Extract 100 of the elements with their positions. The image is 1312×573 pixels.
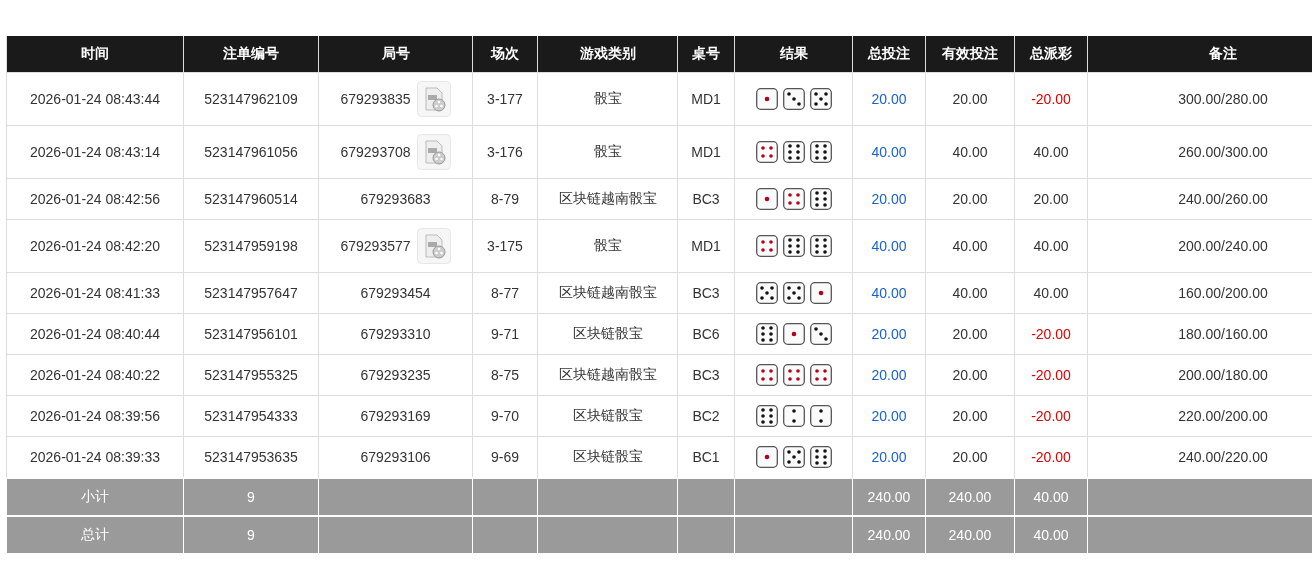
round-number: 679293169 [360,408,431,424]
valid-bet-amount: 20.00 [952,91,988,107]
column-header: 桌号 [677,36,735,73]
column-header: 局号 [318,36,473,73]
balance-note: 300.00/280.00 [1178,91,1268,107]
balance-note: 160.00/200.00 [1178,285,1268,301]
payout-amount: -20.00 [1031,91,1071,107]
balance-note: 200.00/180.00 [1178,367,1268,383]
bet-amount: 20.00 [871,449,907,465]
bet-amount: 40.00 [871,144,907,160]
video-file-icon[interactable] [416,81,451,117]
summary-payout: 40.00 [1014,516,1088,554]
video-file-icon[interactable] [416,134,451,170]
game-type: 骰宝 [593,90,622,106]
bet-number: 523147953635 [204,449,298,465]
column-header: 游戏类别 [537,36,678,73]
bet-amount: 20.00 [871,367,907,383]
payout-amount: 40.00 [1033,238,1069,254]
column-header: 场次 [472,36,538,73]
summary-bet: 240.00 [852,478,926,516]
balance-note: 240.00/260.00 [1178,191,1268,207]
session-text: 9-71 [491,326,519,342]
valid-bet-amount: 20.00 [952,367,988,383]
payout-amount: 40.00 [1033,285,1069,301]
game-type: 骰宝 [593,143,622,159]
time-text: 2026-01-24 08:40:44 [30,326,160,342]
table-code: BC2 [692,408,720,424]
bet-number: 523147959198 [204,238,298,254]
round-number: 679293106 [360,449,431,465]
table-code: BC3 [692,285,720,301]
summary-bet: 240.00 [852,516,926,554]
balance-note: 220.00/200.00 [1178,408,1268,424]
session-text: 8-79 [491,191,519,207]
summary-count: 9 [183,478,319,516]
bet-number: 523147954333 [204,408,298,424]
summary-valid-bet: 240.00 [925,478,1015,516]
session-text: 9-69 [491,449,519,465]
column-header: 时间 [6,36,184,73]
table-code: MD1 [691,144,721,160]
payout-amount: 40.00 [1033,144,1069,160]
valid-bet-amount: 20.00 [952,191,988,207]
summary-label: 总计 [6,516,184,554]
summary-payout: 40.00 [1014,478,1088,516]
column-header: 备注 [1087,36,1312,73]
video-file-icon[interactable] [416,228,451,264]
game-type: 区块链越南骰宝 [558,366,657,382]
table-code: MD1 [691,238,721,254]
time-text: 2026-01-24 08:40:22 [30,367,160,383]
table-code: BC6 [692,326,720,342]
payout-amount: -20.00 [1031,449,1071,465]
column-header: 有效投注 [925,36,1015,73]
bet-amount: 20.00 [871,191,907,207]
summary-label: 小计 [6,478,184,516]
time-text: 2026-01-24 08:43:44 [30,91,160,107]
round-number: 679293577 [340,238,411,254]
bet-amount: 20.00 [871,408,907,424]
column-header: 总投注 [852,36,926,73]
game-type: 区块链骰宝 [572,325,643,341]
game-type: 区块链越南骰宝 [558,190,657,206]
round-number: 679293454 [360,285,431,301]
round-number: 679293683 [360,191,431,207]
table-code: BC3 [692,191,720,207]
time-text: 2026-01-24 08:42:20 [30,238,160,254]
bet-amount: 40.00 [871,285,907,301]
bet-number: 523147960514 [204,191,298,207]
game-type: 区块链越南骰宝 [558,284,657,300]
summary-count: 9 [183,516,319,554]
valid-bet-amount: 20.00 [952,449,988,465]
round-number: 679293708 [340,144,411,160]
payout-amount: -20.00 [1031,326,1071,342]
bet-number: 523147957647 [204,285,298,301]
session-text: 3-175 [487,238,523,254]
valid-bet-amount: 40.00 [952,238,988,254]
session-text: 8-77 [491,285,519,301]
game-type: 区块链骰宝 [572,407,643,423]
valid-bet-amount: 40.00 [952,144,988,160]
summary-valid-bet: 240.00 [925,516,1015,554]
valid-bet-amount: 40.00 [952,285,988,301]
balance-note: 260.00/300.00 [1178,144,1268,160]
session-text: 3-177 [487,91,523,107]
column-header: 总派彩 [1014,36,1088,73]
table-code: BC1 [692,449,720,465]
table-code: MD1 [691,91,721,107]
payout-amount: 20.00 [1033,191,1069,207]
bet-number: 523147956101 [204,326,298,342]
time-text: 2026-01-24 08:41:33 [30,285,160,301]
time-text: 2026-01-24 08:43:14 [30,144,160,160]
game-type: 骰宝 [593,237,622,253]
bet-number: 523147955325 [204,367,298,383]
balance-note: 240.00/220.00 [1178,449,1268,465]
time-text: 2026-01-24 08:39:33 [30,449,160,465]
round-number: 679293310 [360,326,431,342]
bet-number: 523147962109 [204,91,298,107]
session-text: 8-75 [491,367,519,383]
balance-note: 200.00/240.00 [1178,238,1268,254]
bet-amount: 20.00 [871,326,907,342]
payout-amount: -20.00 [1031,408,1071,424]
game-type: 区块链骰宝 [572,448,643,464]
bet-number: 523147961056 [204,144,298,160]
time-text: 2026-01-24 08:39:56 [30,408,160,424]
